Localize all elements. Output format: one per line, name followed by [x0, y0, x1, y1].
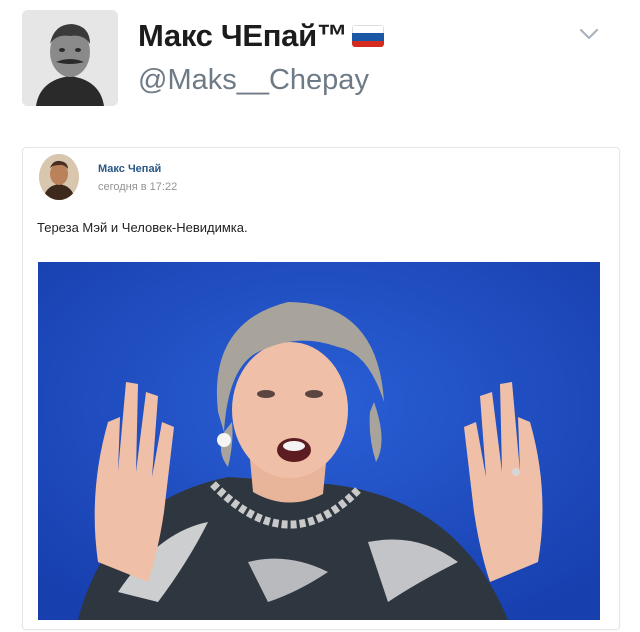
russia-flag-icon: [351, 25, 384, 47]
user-handle[interactable]: @Maks__Chepay: [138, 64, 369, 97]
embedded-post-card: Макс Чепай сегодня в 17:22 Тереза Мэй и …: [22, 147, 620, 630]
post-timestamp[interactable]: сегодня в 17:22: [98, 181, 177, 193]
post-text: Тереза Мэй и Человек-Невидимка.: [37, 220, 248, 235]
author-photo-icon: [39, 154, 79, 200]
post-author-avatar[interactable]: [39, 154, 79, 200]
display-name-text: Макс ЧЕпай™: [138, 18, 348, 53]
post-photo[interactable]: [38, 262, 600, 620]
post-author-name[interactable]: Макс Чепай: [98, 163, 161, 175]
profile-avatar[interactable]: [22, 10, 118, 106]
chevron-down-icon[interactable]: [578, 26, 600, 42]
display-name[interactable]: Макс ЧЕпай™: [138, 18, 384, 54]
portrait-photo-icon: [22, 10, 118, 106]
woman-gesturing-photo-icon: [38, 262, 600, 620]
